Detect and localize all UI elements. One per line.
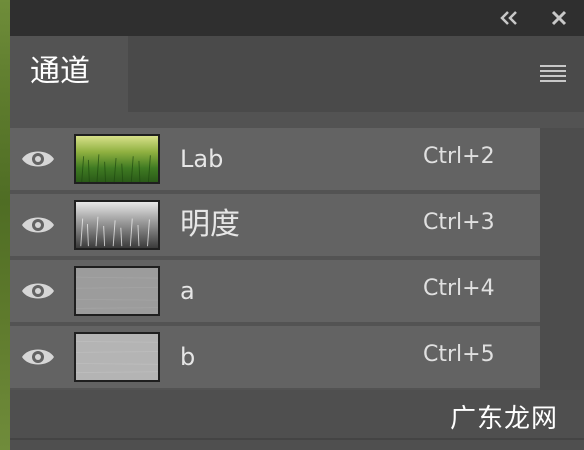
divider xyxy=(10,438,584,440)
channel-row-a[interactable]: a Ctrl+4 xyxy=(10,260,540,322)
channel-thumbnail-lab[interactable] xyxy=(74,134,160,184)
channel-name: a xyxy=(180,277,195,305)
channel-shortcut: Ctrl+2 xyxy=(423,144,495,169)
close-icon[interactable] xyxy=(550,9,568,27)
tab-channels[interactable]: 通道 xyxy=(10,36,128,112)
eye-icon[interactable] xyxy=(20,278,56,304)
eye-icon[interactable] xyxy=(20,344,56,370)
channel-thumbnail-lightness[interactable] xyxy=(74,200,160,250)
watermark-text: 广东龙网 xyxy=(450,404,559,434)
panel-title-bar xyxy=(10,0,584,36)
background-image-strip xyxy=(0,0,10,450)
channel-row-lightness[interactable]: 明度 Ctrl+3 xyxy=(10,194,540,256)
tab-channels-label: 通道 xyxy=(30,54,90,89)
channel-thumbnail-b[interactable] xyxy=(74,332,160,382)
channel-name: b xyxy=(180,343,196,371)
channel-list-scrollbar[interactable] xyxy=(540,128,584,390)
channel-shortcut: Ctrl+3 xyxy=(423,210,495,235)
channel-thumbnail-a[interactable] xyxy=(74,266,160,316)
channel-name: Lab xyxy=(180,145,224,173)
channel-row-lab[interactable]: Lab Ctrl+2 xyxy=(10,128,540,190)
eye-icon[interactable] xyxy=(20,212,56,238)
eye-icon[interactable] xyxy=(20,146,56,172)
channels-panel: 通道 Lab Ctrl+2 明度 Ctrl+3 a Ctrl+4 b Ctrl+… xyxy=(10,0,584,450)
channel-name: 明度 xyxy=(180,207,240,242)
channel-shortcut: Ctrl+4 xyxy=(423,276,495,301)
channel-shortcut: Ctrl+5 xyxy=(423,342,495,367)
channel-row-b[interactable]: b Ctrl+5 xyxy=(10,326,540,388)
hamburger-menu-icon[interactable] xyxy=(540,64,566,82)
double-chevron-left-icon[interactable] xyxy=(496,10,526,26)
panel-tab-row: 通道 xyxy=(10,36,584,112)
